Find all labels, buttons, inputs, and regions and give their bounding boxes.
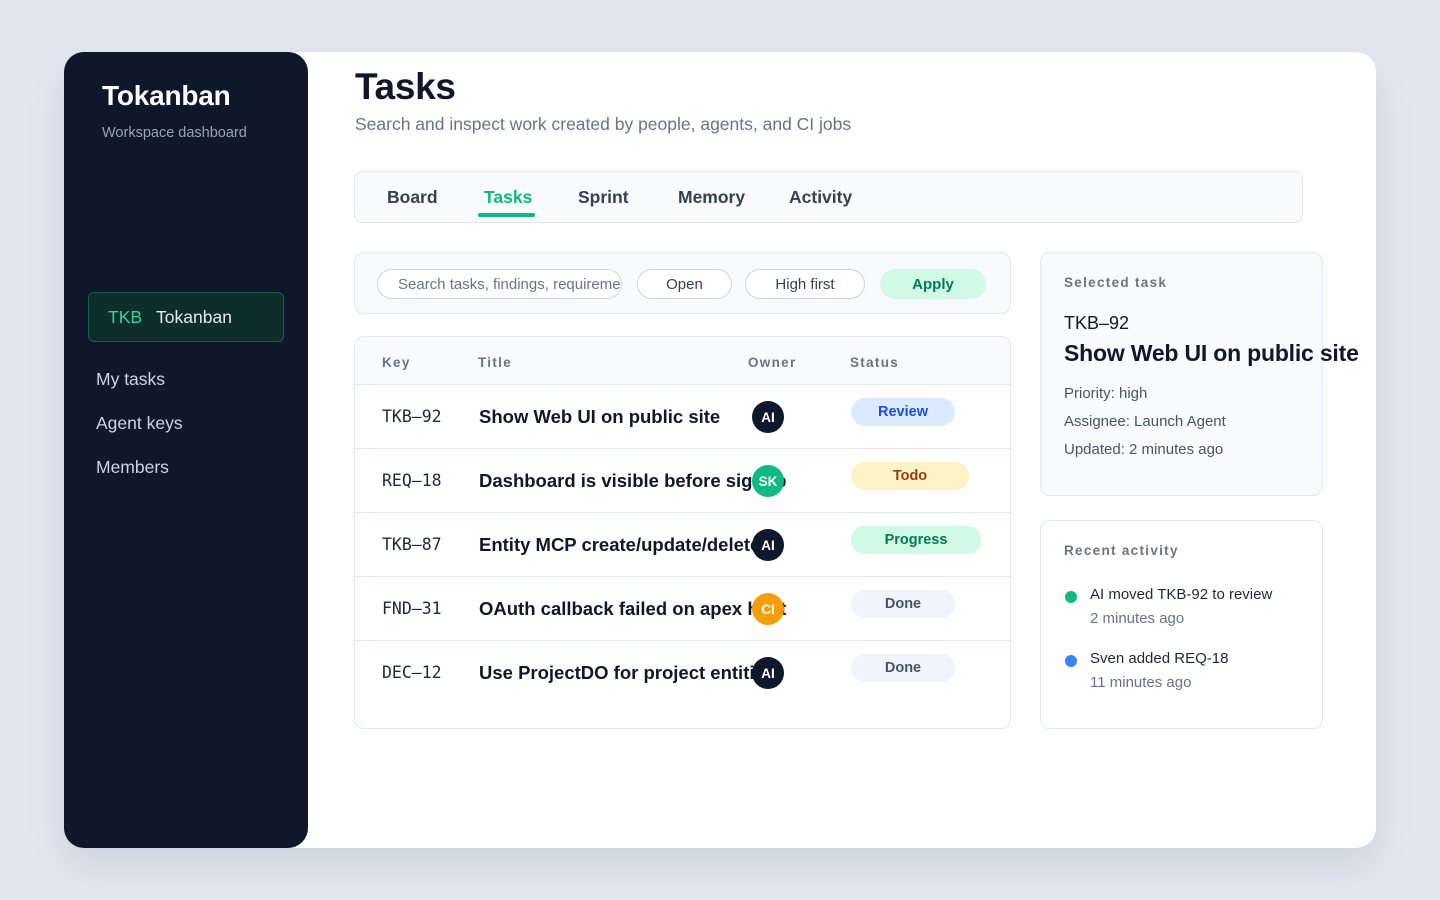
task-title[interactable]: Use ProjectDO for project entities xyxy=(479,662,775,684)
status-badge: Done xyxy=(851,590,955,618)
table-row[interactable]: DEC–12 Use ProjectDO for project entities… xyxy=(355,641,1010,705)
table-row[interactable]: TKB–87 Entity MCP create/update/delete AI P… xyxy=(355,513,1010,577)
activity-dot-icon xyxy=(1065,591,1077,603)
task-key: REQ–18 xyxy=(382,471,442,490)
recent-activity-label: Recent activity xyxy=(1064,543,1179,558)
task-key: TKB–92 xyxy=(382,407,442,426)
task-title[interactable]: OAuth callback failed on apex host xyxy=(479,598,786,620)
view-tabs: Board Tasks Sprint Memory Activity xyxy=(354,171,1303,223)
activity-text: Sven added REQ-18 xyxy=(1090,650,1229,667)
page-subtitle: Search and inspect work created by peopl… xyxy=(355,114,852,134)
selected-task-assignee: Assignee: Launch Agent xyxy=(1064,413,1226,430)
owner-avatar: AI xyxy=(752,401,784,433)
tasks-table: Key Title Owner Status TKB–92 Show Web UI… xyxy=(354,336,1011,729)
status-badge: Todo xyxy=(851,462,969,490)
active-tab-indicator xyxy=(478,213,535,217)
status-badge: Done xyxy=(851,654,955,682)
task-key: DEC–12 xyxy=(382,663,442,682)
sort-filter[interactable]: High first xyxy=(745,269,865,299)
nav-item-members[interactable]: Members xyxy=(96,457,169,478)
task-key: TKB–87 xyxy=(382,535,442,554)
brand-subtitle: Workspace dashboard xyxy=(102,125,247,141)
table-row[interactable]: FND–31 OAuth callback failed on apex host… xyxy=(355,577,1010,641)
status-badge: Review xyxy=(851,398,955,426)
selected-task-priority: Priority: high xyxy=(1064,385,1148,402)
owner-avatar: AI xyxy=(752,529,784,561)
project-key: TKB xyxy=(108,306,143,327)
tab-tasks[interactable]: Tasks xyxy=(484,187,532,208)
activity-time: 2 minutes ago xyxy=(1090,610,1185,627)
search-input[interactable] xyxy=(377,269,622,299)
selected-task-title: Show Web UI on public site xyxy=(1064,340,1359,366)
selected-task-label: Selected task xyxy=(1064,275,1168,290)
table-header: Key Title Owner Status xyxy=(355,337,1010,385)
selected-task-updated: Updated: 2 minutes ago xyxy=(1064,441,1224,458)
activity-dot-icon xyxy=(1065,655,1077,667)
tab-board[interactable]: Board xyxy=(387,187,438,208)
status-filter[interactable]: Open xyxy=(637,269,732,299)
selected-task-card: Selected task TKB–92 Show Web UI on publ… xyxy=(1040,252,1359,496)
owner-avatar: SK xyxy=(752,465,784,497)
table-row[interactable]: REQ–18 Dashboard is visible before signup… xyxy=(355,449,1010,513)
tab-sprint[interactable]: Sprint xyxy=(578,187,629,208)
apply-button[interactable]: Apply xyxy=(880,269,986,299)
brand-title: Tokanban xyxy=(102,80,231,111)
tab-memory[interactable]: Memory xyxy=(678,187,745,208)
column-header-owner: Owner xyxy=(748,355,797,370)
project-switcher[interactable]: TKB Tokanban xyxy=(88,292,284,342)
nav-item-agent-keys[interactable]: Agent keys xyxy=(96,413,183,434)
column-header-status: Status xyxy=(850,355,900,370)
status-badge: Progress xyxy=(851,526,981,554)
activity-text: AI moved TKB-92 to review xyxy=(1090,586,1273,603)
page-title: Tasks xyxy=(355,66,456,107)
recent-activity-card: Recent activity AI moved TKB-92 to revie… xyxy=(1040,520,1323,729)
selected-task-key: TKB–92 xyxy=(1064,313,1130,333)
sidebar: Tokanban Workspace dashboard TKB Tokanba… xyxy=(64,52,308,848)
table-row[interactable]: TKB–92 Show Web UI on public site AI Review xyxy=(355,385,1010,449)
task-key: FND–31 xyxy=(382,599,442,618)
activity-time: 11 minutes ago xyxy=(1090,674,1192,691)
column-header-title: Title xyxy=(478,355,513,370)
filter-bar: Open High first Apply xyxy=(354,252,1011,314)
project-name: Tokanban xyxy=(156,306,232,327)
task-title[interactable]: Show Web UI on public site xyxy=(479,406,720,428)
nav-item-my-tasks[interactable]: My tasks xyxy=(96,369,165,390)
owner-avatar: CI xyxy=(752,593,784,625)
owner-avatar: AI xyxy=(752,657,784,689)
tab-activity[interactable]: Activity xyxy=(789,187,852,208)
column-header-key: Key xyxy=(382,355,411,370)
task-title[interactable]: Entity MCP create/update/delete xyxy=(479,534,760,556)
task-title[interactable]: Dashboard is visible before signup xyxy=(479,470,786,492)
